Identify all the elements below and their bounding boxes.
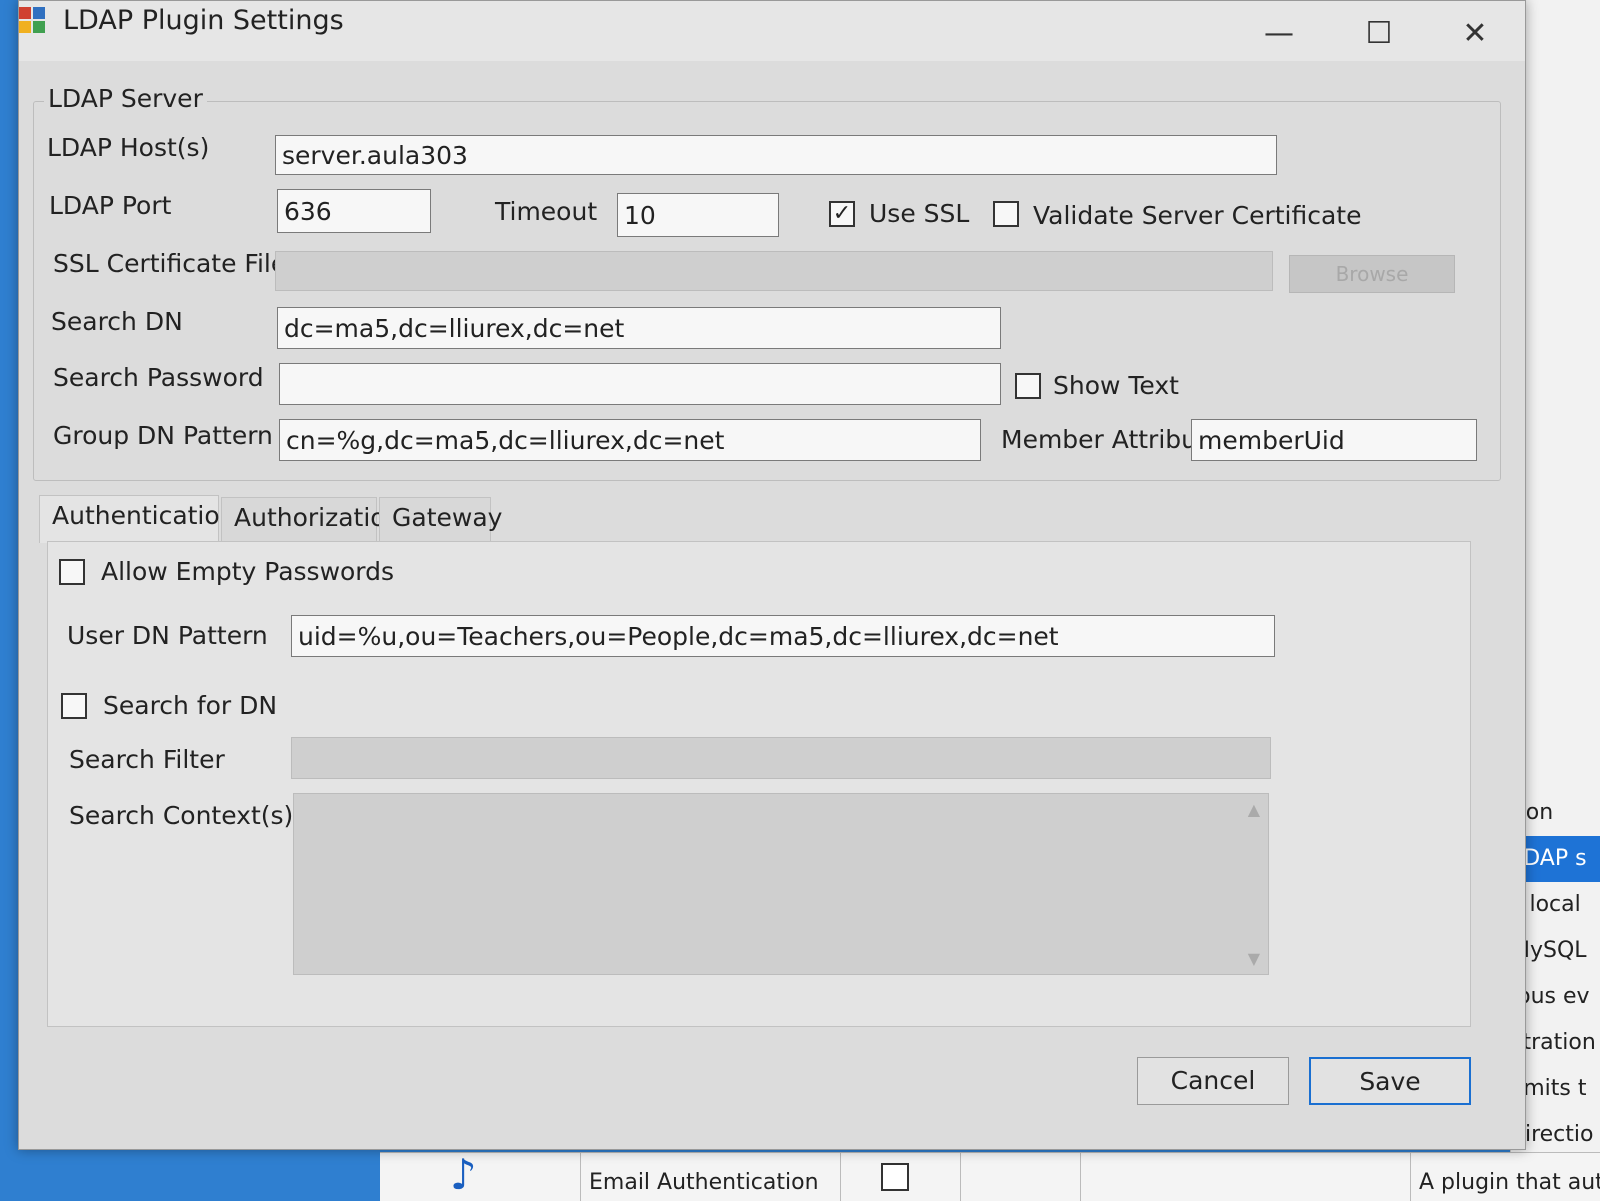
table-cell	[960, 1153, 1079, 1201]
checkbox	[881, 1163, 909, 1191]
group-dn-input[interactable]	[279, 419, 981, 461]
ldap-host-input[interactable]	[275, 135, 1277, 175]
table-cell-check	[840, 1153, 959, 1201]
cancel-button[interactable]: Cancel	[1137, 1057, 1289, 1105]
validate-cert-label: Validate Server Certificate	[1033, 201, 1362, 230]
timeout-input[interactable]	[617, 193, 779, 237]
background-table-row: Email Authentication A plugin that aut	[380, 1152, 1600, 1201]
tab-authentication[interactable]: Authentication	[39, 495, 236, 543]
search-context-textarea[interactable]: ▲ ▼	[293, 793, 1269, 975]
use-ssl-checkbox[interactable]: ✓	[829, 201, 855, 227]
ldap-settings-dialog: LDAP Plugin Settings — ☐ ✕ LDAP Server L…	[18, 0, 1526, 1150]
allow-empty-passwords-checkbox[interactable]	[59, 559, 85, 585]
ldap-port-label: LDAP Port	[49, 191, 172, 220]
timeout-label: Timeout	[495, 197, 598, 226]
app-icon	[19, 7, 49, 35]
dialog-title: LDAP Plugin Settings	[63, 5, 344, 36]
user-dn-pattern-input[interactable]	[291, 615, 1275, 657]
validate-cert-checkbox[interactable]	[993, 201, 1019, 227]
user-dn-pattern-label: User DN Pattern	[67, 621, 268, 650]
search-password-input[interactable]	[279, 363, 1001, 405]
show-text-checkbox[interactable]	[1015, 373, 1041, 399]
music-note-icon: ♪	[450, 1150, 477, 1199]
search-dn-label: Search DN	[51, 307, 183, 336]
scroll-down-icon[interactable]: ▼	[1248, 949, 1260, 968]
search-password-label: Search Password	[53, 363, 264, 392]
ldap-host-label: LDAP Host(s)	[47, 133, 210, 162]
tab-gateway[interactable]: Gateway	[379, 497, 502, 541]
member-attribute-input[interactable]	[1191, 419, 1477, 461]
search-dn-input[interactable]	[277, 307, 1001, 349]
table-cell-name: Email Authentication	[580, 1153, 839, 1201]
ssl-cert-input[interactable]	[275, 251, 1273, 291]
maximize-button[interactable]: ☐	[1349, 9, 1409, 59]
minimize-button[interactable]: —	[1249, 9, 1309, 59]
group-title: LDAP Server	[44, 84, 207, 113]
search-for-dn-label: Search for DN	[103, 691, 278, 720]
search-for-dn-checkbox[interactable]	[61, 693, 87, 719]
member-attribute-label: Member Attribute	[1001, 425, 1223, 454]
title-bar: LDAP Plugin Settings — ☐ ✕	[19, 1, 1525, 61]
close-button[interactable]: ✕	[1445, 9, 1505, 59]
ldap-port-input[interactable]	[277, 189, 431, 233]
tab-authorization[interactable]: Authorization	[221, 497, 401, 541]
save-button[interactable]: Save	[1309, 1057, 1471, 1105]
show-text-label: Show Text	[1053, 371, 1179, 400]
scroll-up-icon[interactable]: ▲	[1248, 800, 1260, 819]
search-filter-input[interactable]	[291, 737, 1271, 779]
browse-button[interactable]: Browse	[1289, 255, 1455, 293]
search-filter-label: Search Filter	[69, 745, 225, 774]
ssl-cert-label: SSL Certificate File	[53, 249, 287, 278]
table-cell	[1080, 1153, 1209, 1201]
group-dn-label: Group DN Pattern	[53, 421, 273, 450]
search-context-label: Search Context(s)	[69, 801, 294, 830]
allow-empty-passwords-label: Allow Empty Passwords	[101, 557, 395, 586]
use-ssl-label: Use SSL	[869, 199, 970, 228]
table-cell-description: A plugin that aut	[1410, 1153, 1600, 1201]
